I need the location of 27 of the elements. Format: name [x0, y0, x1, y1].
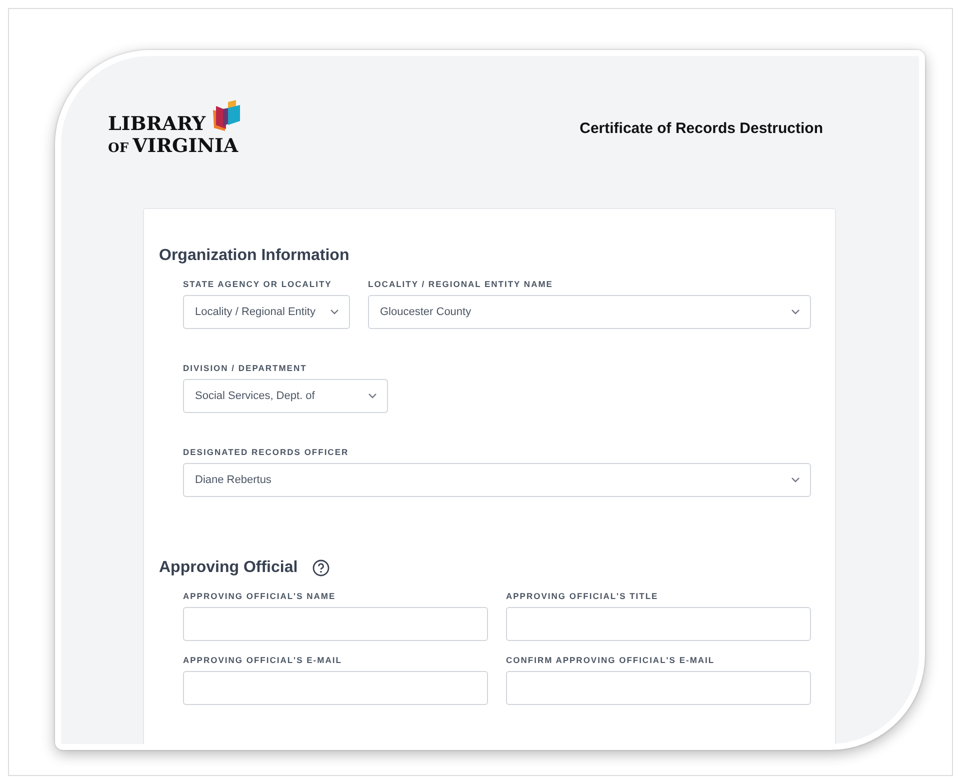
field-label: APPROVING OFFICIAL'S NAME	[183, 591, 337, 601]
field-label: DESIGNATED RECORDS OFFICER	[183, 447, 350, 457]
section-heading: Approving Official	[159, 559, 298, 577]
field-label: APPROVING OFFICIAL'S E-MAIL	[183, 655, 343, 665]
input-field[interactable]	[183, 671, 488, 705]
field-label: CONFIRM APPROVING OFFICIAL'S E-MAIL	[506, 655, 716, 665]
select-field[interactable]: Social Services, Dept. of	[183, 379, 388, 413]
field-label: STATE AGENCY OR LOCALITY	[183, 279, 333, 289]
field-label: LOCALITY / REGIONAL ENTITY NAME	[368, 279, 554, 289]
logo-text: OF	[108, 142, 129, 155]
chevron-down-icon	[791, 309, 800, 315]
input-field[interactable]	[506, 671, 811, 705]
logo-text: VIRGINIA	[132, 137, 238, 156]
section-heading: Organization Information	[159, 247, 350, 265]
chevron-down-icon	[368, 393, 377, 399]
select-field[interactable]: Locality / Regional Entity	[183, 295, 350, 329]
page-title: Certificate of Records Destruction	[580, 120, 823, 136]
select-field[interactable]: Gloucester County	[368, 295, 811, 329]
field-label: DIVISION / DEPARTMENT	[183, 363, 308, 373]
input-field[interactable]	[506, 607, 811, 641]
field-label: APPROVING OFFICIAL'S TITLE	[506, 591, 660, 601]
input-field[interactable]	[183, 607, 488, 641]
select-field[interactable]: Diane Rebertus	[183, 463, 811, 497]
logo-text: LIBRARY	[108, 115, 206, 134]
help-icon[interactable]	[312, 559, 330, 577]
chevron-down-icon	[791, 477, 800, 483]
chevron-down-icon	[330, 309, 339, 315]
